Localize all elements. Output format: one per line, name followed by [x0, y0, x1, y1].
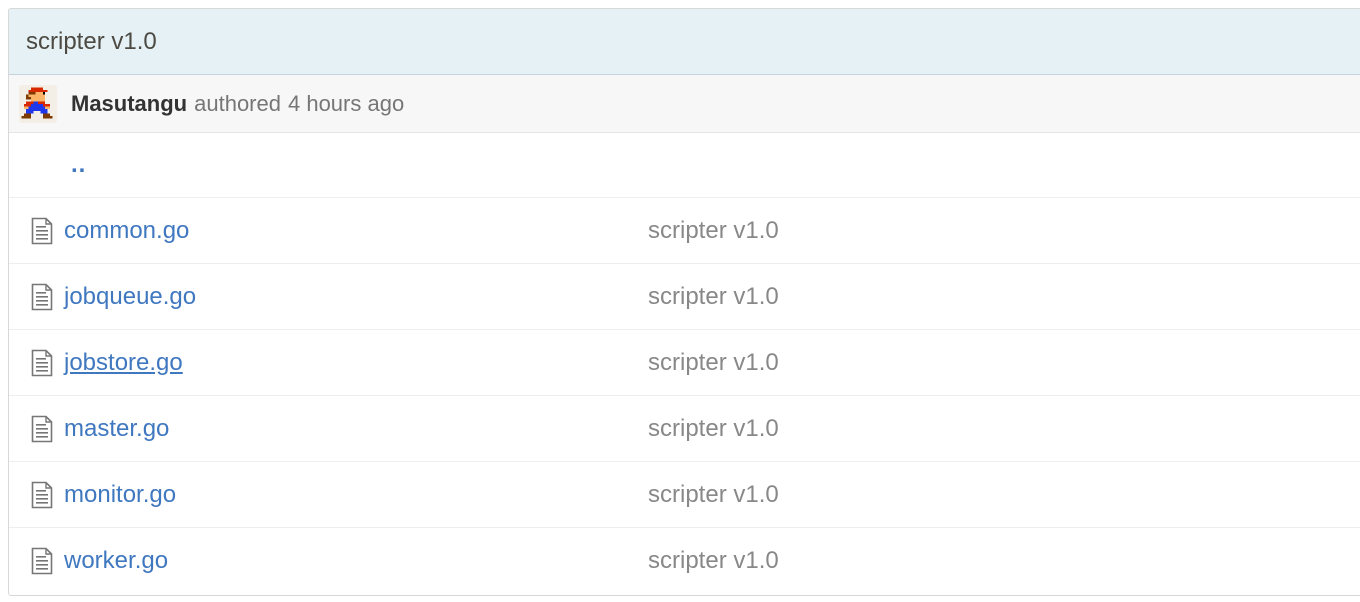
commit-meta-bar: Masutangu authored 4 hours ago: [9, 75, 1360, 133]
commit-message-link[interactable]: scripter v1.0: [648, 283, 779, 311]
file-browser: scripter v1.0 Masutangu authored 4 hours…: [8, 8, 1360, 596]
commit-title-bar: scripter v1.0: [9, 9, 1360, 75]
parent-directory-row: ..: [9, 133, 1360, 198]
file-row: jobqueue.go scripter v1.0: [9, 264, 1360, 330]
file-name-link[interactable]: master.go: [64, 415, 169, 443]
file-text-icon: [31, 481, 53, 509]
file-name-link[interactable]: jobqueue.go: [64, 283, 196, 311]
file-row: monitor.go scripter v1.0: [9, 462, 1360, 528]
mario-avatar-icon: [21, 86, 53, 118]
file-name-link[interactable]: common.go: [64, 217, 189, 245]
commit-message-link[interactable]: scripter v1.0: [648, 217, 779, 245]
file-text-icon: [31, 217, 53, 245]
file-text-icon: [31, 547, 53, 575]
commit-message-link[interactable]: scripter v1.0: [648, 415, 779, 443]
file-row: worker.go scripter v1.0: [9, 528, 1360, 594]
file-name-link[interactable]: jobstore.go: [64, 349, 183, 377]
file-row: master.go scripter v1.0: [9, 396, 1360, 462]
authored-label: authored: [194, 90, 281, 116]
file-text-icon: [31, 415, 53, 443]
file-text-icon: [31, 349, 53, 377]
file-row: jobstore.go scripter v1.0: [9, 330, 1360, 396]
file-name-link[interactable]: worker.go: [64, 547, 168, 575]
file-text-icon: [31, 283, 53, 311]
commit-title: scripter v1.0: [26, 27, 157, 55]
commit-message-link[interactable]: scripter v1.0: [648, 481, 779, 509]
author-avatar[interactable]: [19, 84, 57, 123]
commit-author[interactable]: Masutangu: [71, 91, 187, 117]
commit-message-link[interactable]: scripter v1.0: [648, 547, 779, 575]
commit-message-link[interactable]: scripter v1.0: [648, 349, 779, 377]
file-list: common.go scripter v1.0 jobqueue.go scripte…: [9, 198, 1360, 594]
parent-directory-link[interactable]: ..: [71, 151, 86, 179]
file-name-link[interactable]: monitor.go: [64, 481, 176, 509]
commit-time: 4 hours ago: [287, 90, 405, 116]
file-row: common.go scripter v1.0: [9, 198, 1360, 264]
